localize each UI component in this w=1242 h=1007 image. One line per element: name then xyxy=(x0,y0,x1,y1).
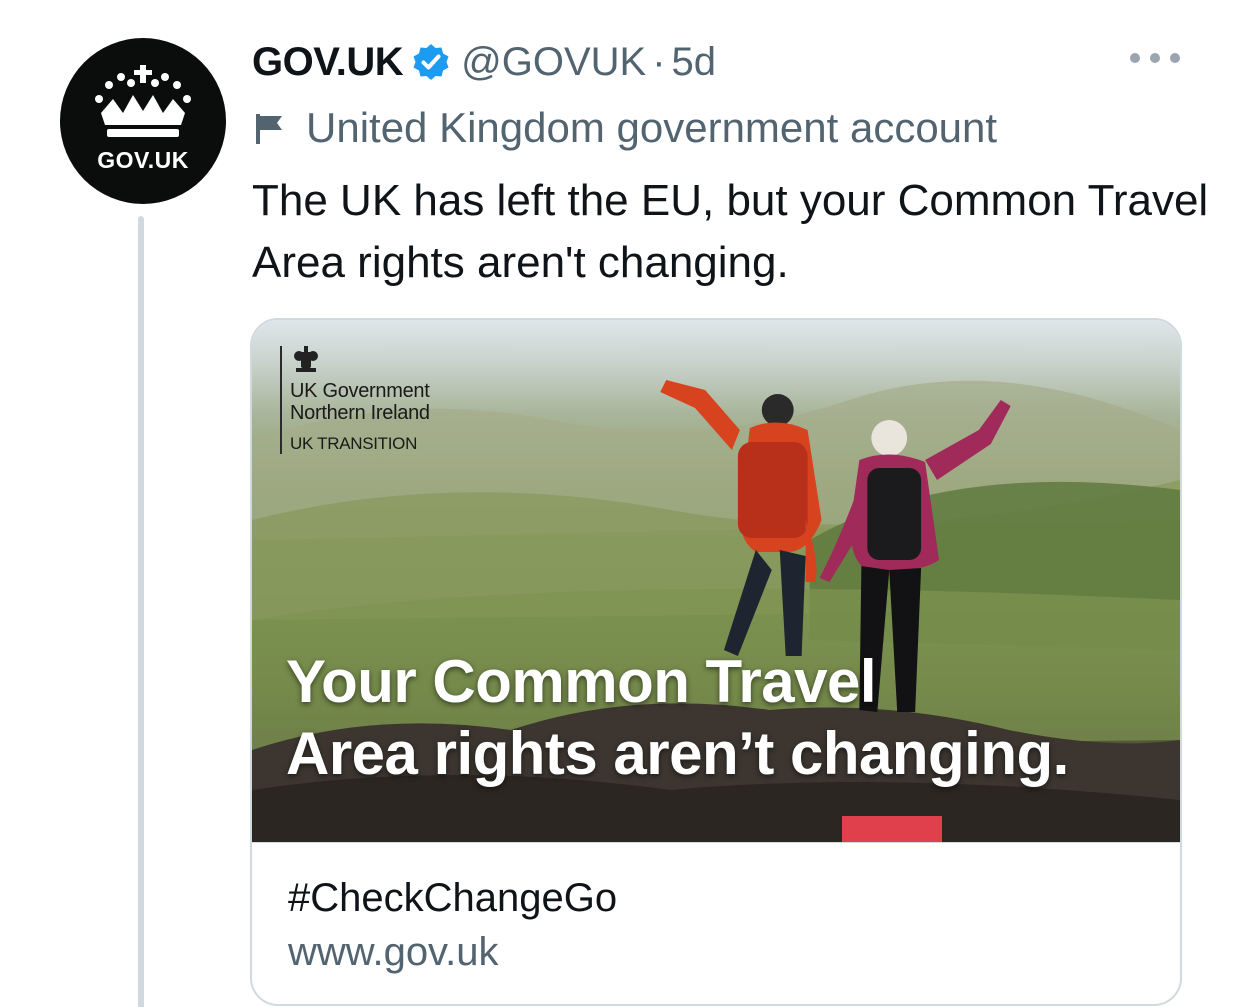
card-domain: www.gov.uk xyxy=(288,930,499,974)
display-name[interactable]: GOV.UK xyxy=(252,40,404,85)
brand-line-northern-ireland: Northern Ireland xyxy=(290,402,430,424)
avatar[interactable]: GOV.UK xyxy=(60,38,226,204)
card-title: #CheckChangeGo xyxy=(288,876,618,920)
flag-icon xyxy=(256,114,282,144)
separator-dot: · xyxy=(652,39,666,84)
more-options-icon[interactable] xyxy=(1130,46,1180,70)
image-headline: Your Common Travel Area rights aren’t ch… xyxy=(286,646,1166,790)
uk-government-brand: UK Government Northern Ireland UK TRANSI… xyxy=(280,346,430,454)
brand-line-uk-government: UK Government xyxy=(290,380,430,402)
tweet-header: GOV.UK @GOVUK · 5d xyxy=(252,34,716,90)
user-handle[interactable]: @GOVUK xyxy=(461,40,646,85)
crown-icon xyxy=(95,64,191,137)
avatar-label: GOV.UK xyxy=(97,146,189,173)
tweet-text: The UK has left the EU, but your Common … xyxy=(252,176,1209,287)
image-headline-line2: Area rights aren’t changing. xyxy=(286,720,1069,787)
account-label-text: United Kingdom government account xyxy=(306,104,998,151)
account-label[interactable]: United Kingdom government account xyxy=(252,102,997,154)
card-image[interactable]: UK Government Northern Ireland UK TRANSI… xyxy=(252,320,1180,842)
brand-line-uk-transition: UK TRANSITION xyxy=(290,434,418,453)
royal-coat-of-arms-icon xyxy=(294,346,318,372)
accent-bar xyxy=(842,816,942,842)
tweet-timestamp[interactable]: 5d xyxy=(672,40,717,85)
verified-badge-icon xyxy=(413,44,449,80)
link-card[interactable]: UK Government Northern Ireland UK TRANSI… xyxy=(250,318,1182,1006)
image-headline-line1: Your Common Travel xyxy=(286,648,877,715)
card-footer[interactable]: #CheckChangeGo www.gov.uk xyxy=(252,842,1180,1004)
thread-line xyxy=(138,216,144,1007)
